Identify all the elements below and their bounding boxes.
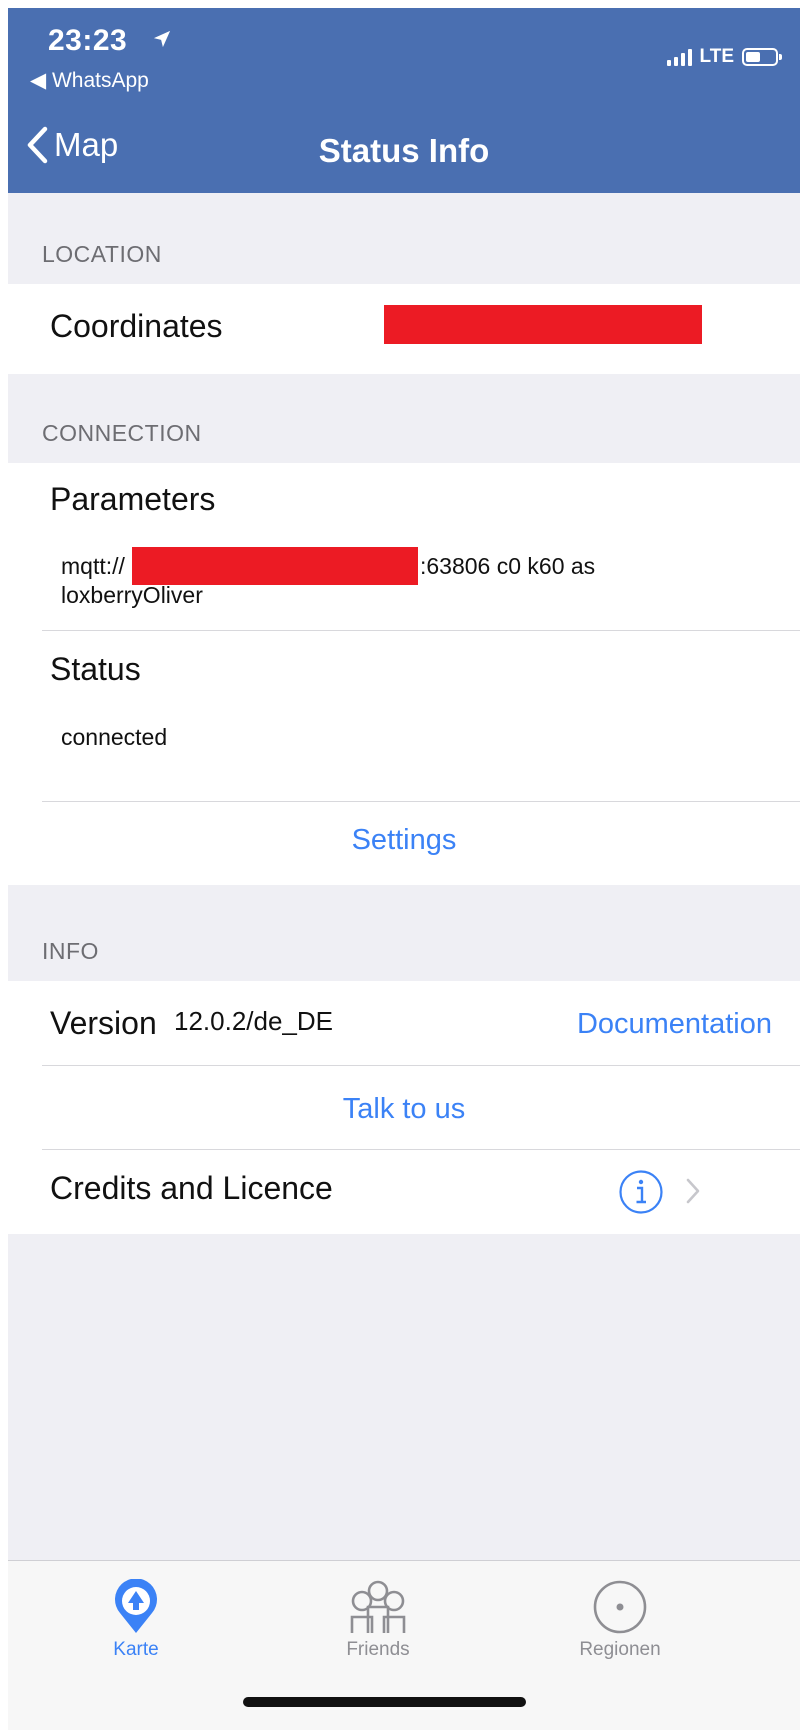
location-group: Coordinates — [8, 284, 800, 374]
documentation-link[interactable]: Documentation — [577, 1008, 772, 1041]
section-header-connection: CONNECTION — [42, 420, 202, 446]
divider — [42, 1065, 800, 1066]
settings-button[interactable]: Settings — [8, 824, 800, 857]
navigation-header: 23:23 ◀ WhatsApp LTE Map Status Info — [8, 8, 800, 193]
tab-label: Friends — [346, 1639, 410, 1660]
parameters-suffix: :63806 c0 k60 as — [420, 553, 596, 579]
screen: 23:23 ◀ WhatsApp LTE Map Status Info LOC… — [8, 8, 800, 1730]
section-header-location: LOCATION — [42, 241, 162, 267]
status-indicators: LTE — [666, 46, 782, 68]
status-label: Status — [50, 651, 141, 687]
divider — [42, 801, 800, 802]
parameters-label: Parameters — [50, 481, 216, 517]
section-header-info: INFO — [42, 938, 99, 964]
divider — [42, 630, 800, 631]
tab-regionen[interactable]: Regionen — [540, 1561, 700, 1691]
chevron-right-icon — [686, 1178, 700, 1204]
parameters-prefix: mqtt:// — [61, 553, 125, 579]
signal-icon — [666, 48, 692, 66]
version-label: Version — [50, 1005, 157, 1041]
location-arrow-icon — [153, 30, 171, 48]
credits-label: Credits and Licence — [50, 1170, 333, 1206]
info-group: Version 12.0.2/de_DE Documentation Talk … — [8, 981, 800, 1234]
back-to-app-link[interactable]: ◀ WhatsApp — [30, 68, 149, 93]
version-value: 12.0.2/de_DE — [174, 1006, 334, 1036]
tab-label: Karte — [113, 1639, 159, 1660]
friends-icon — [350, 1580, 406, 1633]
home-indicator[interactable] — [243, 1697, 526, 1707]
coordinates-label: Coordinates — [50, 308, 223, 344]
battery-icon — [742, 48, 782, 66]
network-type: LTE — [699, 46, 734, 67]
talk-to-us-button[interactable]: Talk to us — [8, 1093, 800, 1126]
tab-label: Regionen — [579, 1639, 661, 1660]
tab-karte[interactable]: Karte — [56, 1561, 216, 1691]
page-title: Status Info — [318, 132, 490, 169]
status-value: connected — [61, 724, 168, 750]
parameters-client-id: loxberryOliver — [61, 582, 203, 608]
credits-row[interactable]: Credits and Licence — [8, 1150, 800, 1234]
status-time: 23:23 — [48, 24, 128, 57]
redacted-coordinates — [384, 305, 702, 344]
location-pin-icon — [115, 1579, 157, 1633]
tab-friends[interactable]: Friends — [298, 1561, 458, 1691]
info-icon[interactable] — [618, 1169, 664, 1215]
redacted-host — [132, 547, 418, 585]
connection-group: Parameters mqtt:// :63806 c0 k60 as loxb… — [8, 463, 800, 885]
region-icon — [593, 1580, 647, 1634]
